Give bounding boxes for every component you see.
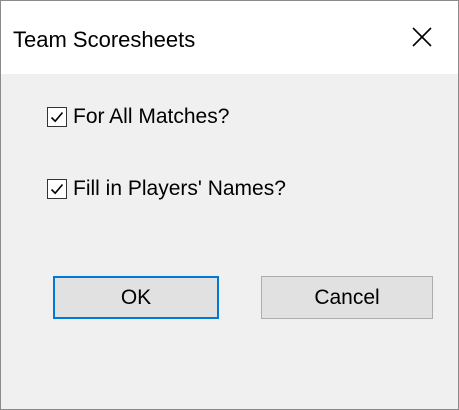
ok-button[interactable]: OK (53, 276, 219, 319)
for-all-matches-checkbox[interactable] (47, 107, 67, 127)
window-title: Team Scoresheets (13, 27, 196, 52)
close-icon (412, 27, 432, 47)
fill-in-players-names-label[interactable]: Fill in Players' Names? (73, 177, 286, 201)
title-bar[interactable]: Team Scoresheets (1, 1, 458, 74)
checkmark-icon (50, 183, 64, 195)
checkmark-icon (50, 111, 64, 123)
for-all-matches-option[interactable]: For All Matches? (47, 105, 229, 129)
dialog-body: For All Matches? Fill in Players' Names?… (1, 74, 458, 409)
close-button[interactable] (388, 1, 458, 74)
fill-in-players-names-option[interactable]: Fill in Players' Names? (47, 177, 286, 201)
dialog-window: Team Scoresheets For All Matches? Fill i… (0, 0, 459, 410)
for-all-matches-label[interactable]: For All Matches? (73, 105, 229, 129)
cancel-button[interactable]: Cancel (261, 276, 433, 319)
fill-in-players-names-checkbox[interactable] (47, 179, 67, 199)
